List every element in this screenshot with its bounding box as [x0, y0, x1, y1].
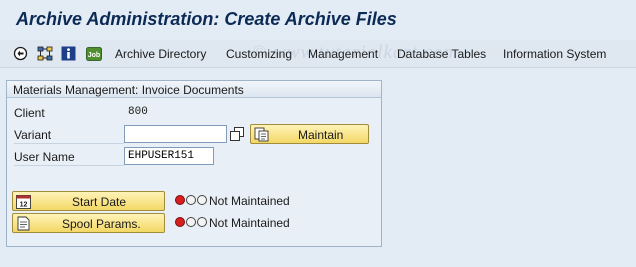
variant-input[interactable] — [124, 125, 227, 143]
menu-management[interactable]: Management — [308, 47, 378, 61]
menu-archive-directory[interactable]: Archive Directory — [115, 47, 206, 61]
menu-customizing[interactable]: Customizing — [226, 47, 292, 61]
spool-params-status-light — [175, 217, 207, 229]
svg-text:12: 12 — [20, 202, 28, 209]
variant-label: Variant — [14, 128, 52, 142]
start-date-status-text: Not Maintained — [209, 194, 290, 208]
green-light-off-icon — [197, 217, 207, 227]
spool-params-status-text: Not Maintained — [209, 216, 290, 230]
red-light-icon — [175, 195, 185, 205]
red-light-icon — [175, 217, 185, 227]
calendar-icon: 12 — [16, 194, 31, 209]
application-toolbar: Job Archive Directory Customizing Manage… — [0, 40, 636, 68]
yellow-light-off-icon — [186, 217, 196, 227]
user-name-label: User Name — [14, 150, 75, 164]
client-label: Client — [14, 106, 45, 120]
execute-icon[interactable] — [12, 45, 29, 62]
invoice-documents-group: Materials Management: Invoice Documents … — [6, 80, 382, 247]
maintain-button[interactable]: Maintain — [250, 124, 369, 144]
client-value: 800 — [128, 106, 148, 118]
yellow-light-off-icon — [186, 195, 196, 205]
spool-params-button[interactable]: Spool Params. — [12, 213, 165, 233]
start-date-status-light — [175, 195, 207, 207]
spool-params-button-label: Spool Params. — [62, 217, 141, 231]
start-date-button[interactable]: 12 Start Date — [12, 191, 165, 211]
menu-database-tables[interactable]: Database Tables — [397, 47, 486, 61]
job-log-icon[interactable]: Job — [85, 45, 102, 62]
group-header: Materials Management: Invoice Documents — [7, 81, 381, 98]
info-icon[interactable] — [60, 45, 77, 62]
network-icon[interactable] — [36, 45, 53, 62]
start-date-button-label: Start Date — [72, 195, 127, 209]
green-light-off-icon — [197, 195, 207, 205]
user-name-input[interactable]: EHPUSER151 — [124, 147, 214, 165]
menu-information-system[interactable]: Information System — [503, 47, 606, 61]
spool-icon — [16, 216, 31, 231]
page-title: Archive Administration: Create Archive F… — [16, 9, 397, 29]
copy-icon[interactable] — [230, 127, 244, 141]
group-title: Materials Management: Invoice Documents — [13, 83, 244, 97]
maintain-icon — [254, 127, 269, 142]
user-name-label-underline — [14, 165, 124, 166]
svg-text:Job: Job — [87, 52, 99, 59]
maintain-button-label: Maintain — [298, 128, 344, 142]
variant-label-underline — [14, 143, 124, 144]
title-bar: Archive Administration: Create Archive F… — [0, 0, 636, 40]
